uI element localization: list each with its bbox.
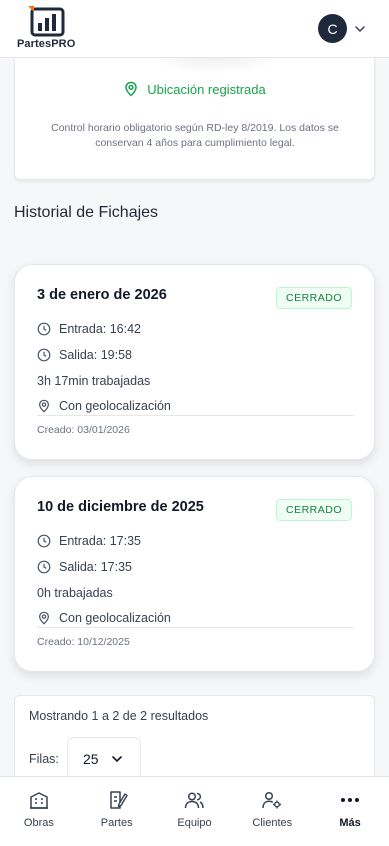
- rows-label: Filas:: [29, 752, 59, 766]
- divider: [37, 627, 354, 628]
- record-date: 10 de diciembre de 2025: [37, 499, 204, 515]
- users-icon: [185, 792, 205, 809]
- top-bar: PartesPRO C: [0, 0, 389, 58]
- chevron-down-icon[interactable]: [354, 23, 366, 35]
- nav-item-clientes[interactable]: Clientes: [233, 777, 311, 846]
- more-dots-icon: [341, 798, 360, 802]
- salida-text: Salida: 19:58: [59, 348, 132, 362]
- app-logo[interactable]: PartesPRO: [17, 6, 81, 52]
- map-pin-icon: [39, 611, 49, 625]
- app-root: PartesPRO C Ubicación registrada Control…: [0, 0, 389, 846]
- location-status: Ubicación registrada: [15, 81, 374, 97]
- nav-label: Equipo: [177, 817, 212, 829]
- avatar[interactable]: C: [318, 14, 347, 43]
- clock-icon: [37, 348, 51, 362]
- worked-text: 3h 17min trabajadas: [37, 374, 151, 388]
- bar-chart-logo-icon: [28, 6, 65, 37]
- nav-item-equipo[interactable]: Equipo: [156, 777, 234, 846]
- legal-note: Control horario obligatorio según RD-ley…: [51, 122, 339, 149]
- record-salida: Salida: 19:58: [37, 348, 132, 362]
- status-badge: CERRADO: [275, 499, 352, 521]
- record-created: Creado: 10/12/2025: [37, 636, 130, 648]
- salida-text: Salida: 17:35: [59, 560, 132, 574]
- record-entrada: Entrada: 17:35: [37, 534, 141, 548]
- user-gear-icon: [262, 791, 282, 809]
- record-date: 3 de enero de 2026: [37, 287, 167, 303]
- record-salida: Salida: 17:35: [37, 560, 132, 574]
- record-geo: Con geolocalización: [37, 399, 171, 413]
- record-worked: 0h trabajadas: [37, 586, 113, 600]
- nav-label: Más: [339, 817, 361, 829]
- location-status-text: Ubicación registrada: [147, 81, 266, 97]
- rows-value: 25: [83, 751, 99, 767]
- nav-label: Obras: [23, 817, 54, 829]
- map-pin-icon: [39, 399, 49, 413]
- edit-document-icon: [109, 791, 128, 809]
- worked-text: 0h trabajadas: [37, 586, 113, 600]
- record-card[interactable]: 10 de diciembre de 2025 CERRADO Entrada:…: [14, 476, 375, 672]
- clock-icon: [37, 322, 51, 336]
- entrada-text: Entrada: 17:35: [59, 534, 142, 548]
- record-card[interactable]: 3 de enero de 2026 CERRADO Entrada: 16:4…: [14, 264, 375, 460]
- nav-item-obras[interactable]: Obras: [0, 777, 78, 846]
- app-name: PartesPRO: [17, 38, 76, 50]
- status-badge: CERRADO: [275, 287, 352, 309]
- building-icon: [29, 792, 48, 809]
- clock-icon: [37, 534, 51, 548]
- record-worked: 3h 17min trabajadas: [37, 374, 150, 388]
- nav-label: Clientes: [252, 817, 293, 829]
- clock-icon: [37, 560, 51, 574]
- geo-text: Con geolocalización: [59, 611, 171, 625]
- chevron-down-icon: [111, 756, 122, 763]
- entrada-text: Entrada: 16:42: [59, 322, 142, 336]
- bottom-nav: Obras Partes Equipo Clientes Más: [0, 776, 389, 846]
- rows-per-page-select[interactable]: 25: [67, 737, 141, 781]
- pagination-summary: Mostrando 1 a 2 de 2 resultados: [29, 709, 209, 723]
- nav-item-mas[interactable]: Más: [311, 777, 389, 846]
- record-created: Creado: 03/01/2026: [37, 424, 130, 436]
- record-entrada: Entrada: 16:42: [37, 322, 141, 336]
- location-card: Ubicación registrada Control horario obl…: [14, 40, 375, 180]
- map-pin-icon: [125, 81, 137, 97]
- divider: [37, 415, 354, 416]
- geo-text: Con geolocalización: [59, 399, 171, 413]
- nav-item-partes[interactable]: Partes: [78, 777, 156, 846]
- section-title: Historial de Fichajes: [14, 204, 159, 221]
- nav-label: Partes: [100, 817, 133, 829]
- record-geo: Con geolocalización: [37, 611, 171, 625]
